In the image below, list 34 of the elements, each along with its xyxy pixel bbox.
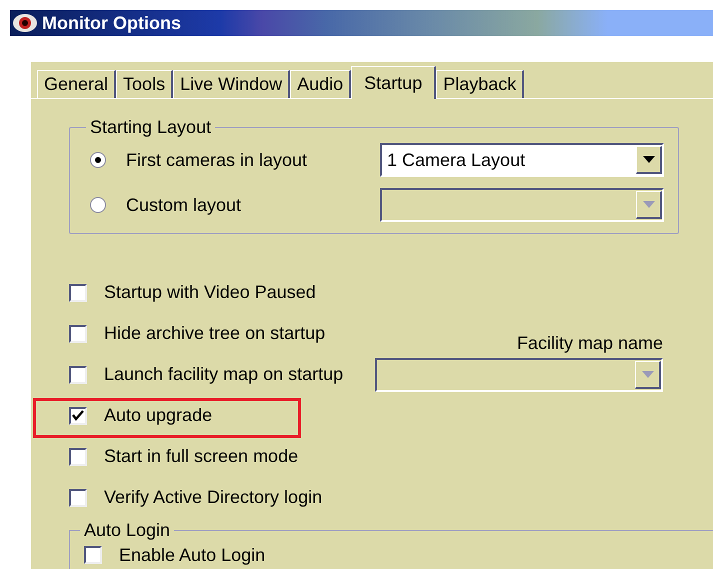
checkbox-label: Launch facility map on startup — [104, 364, 344, 385]
eye-icon — [12, 13, 38, 33]
check-mark-icon — [72, 410, 84, 421]
tab[interactable]: Live Window — [173, 70, 290, 98]
checkbox-label: Startup with Video Paused — [104, 282, 316, 303]
checkbox-label: Auto upgrade — [104, 405, 212, 426]
radio-button[interactable] — [90, 152, 106, 168]
group-title: Auto Login — [83, 520, 172, 541]
checkbox[interactable] — [69, 284, 87, 302]
radio-button[interactable] — [90, 197, 106, 213]
checkbox[interactable] — [69, 324, 87, 342]
checkbox[interactable] — [69, 366, 87, 384]
tab[interactable]: Tools — [116, 70, 174, 98]
tab[interactable]: Playback — [436, 70, 524, 98]
group-title: Starting Layout — [89, 117, 212, 138]
checkbox[interactable] — [69, 448, 87, 466]
field-label: Facility map name — [516, 333, 663, 354]
checkbox[interactable] — [69, 488, 87, 506]
tab[interactable]: Startup — [351, 66, 436, 99]
tab[interactable]: General — [37, 70, 116, 98]
checkbox[interactable] — [84, 546, 102, 564]
checkbox-label: Verify Active Directory login — [104, 487, 322, 508]
radio-label: First cameras in layout — [126, 150, 308, 170]
checkbox-label: Enable Auto Login — [119, 544, 266, 566]
radio-label: Custom layout — [126, 194, 242, 216]
caret-icon — [642, 370, 654, 378]
tab[interactable]: Audio — [290, 70, 352, 98]
checkbox-label: Hide archive tree on startup — [104, 323, 326, 344]
checkbox-label: Start in full screen mode — [104, 446, 298, 467]
window-title: Monitor Options — [42, 12, 181, 34]
caret-icon — [642, 201, 654, 208]
caret-icon — [642, 156, 654, 163]
dropdown-field[interactable]: 1 Camera Layout — [380, 143, 664, 177]
checkbox[interactable] — [69, 406, 87, 424]
